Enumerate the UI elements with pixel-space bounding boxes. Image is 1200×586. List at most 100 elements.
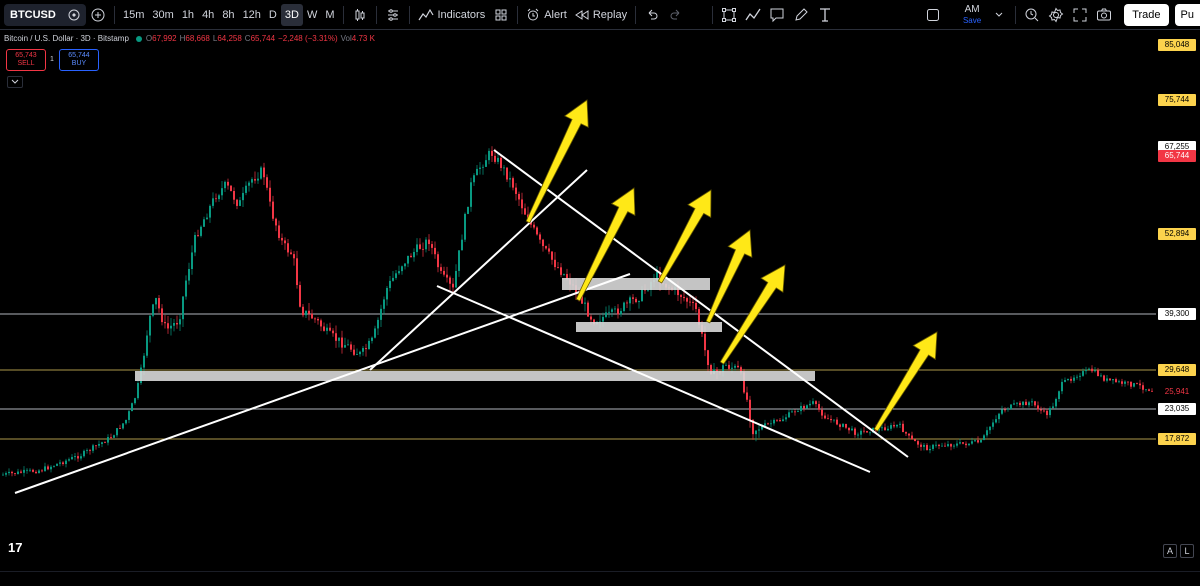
candle-body	[329, 327, 331, 331]
replay-button[interactable]: Replay	[571, 4, 631, 26]
candle-body	[779, 420, 781, 422]
plus-icon[interactable]	[89, 6, 107, 24]
candle-body	[173, 323, 175, 326]
candle-body	[950, 444, 952, 447]
candle-body	[998, 413, 1000, 420]
pen-icon[interactable]	[792, 6, 810, 24]
line-tool-icon[interactable]	[744, 6, 762, 24]
candle-body	[563, 274, 565, 275]
candle-body	[86, 449, 88, 451]
candle-body	[314, 318, 316, 320]
candle-body	[56, 463, 58, 466]
log-scale-button[interactable]: L	[1180, 544, 1194, 558]
candle-body	[194, 235, 196, 253]
candle-body	[263, 167, 265, 178]
interval-15m[interactable]: 15m	[119, 4, 148, 26]
candle-body	[755, 430, 757, 435]
interval-4h[interactable]: 4h	[198, 4, 218, 26]
interval-8h[interactable]: 8h	[218, 4, 238, 26]
candle-body	[89, 449, 91, 451]
candle-body	[881, 427, 883, 429]
candle-body	[689, 301, 691, 303]
interval-30m[interactable]: 30m	[148, 4, 177, 26]
candle-body	[470, 182, 472, 207]
candle-body	[290, 252, 292, 255]
price-axis[interactable]: 85,048 75,744 67,255 65,744 52,894 39,300 29,6…	[1156, 31, 1200, 571]
candle-body	[158, 298, 160, 309]
interval-3d[interactable]: 3D	[280, 3, 303, 26]
candle-body	[176, 323, 178, 325]
text-icon[interactable]	[816, 6, 834, 24]
candle-body	[221, 188, 223, 196]
candle-body	[500, 157, 502, 168]
candle-body	[1124, 381, 1126, 384]
quick-search-icon[interactable]	[1023, 6, 1041, 24]
legend-high: 68,668	[185, 34, 210, 43]
candle-body	[1127, 381, 1129, 383]
candle-body	[14, 473, 16, 475]
note-icon[interactable]	[768, 6, 786, 24]
auto-scale-button[interactable]: A	[1163, 544, 1177, 558]
interval-1h[interactable]: 1h	[178, 4, 198, 26]
toolbar-separator	[342, 5, 344, 24]
undo-icon[interactable]	[643, 6, 661, 24]
fullscreen-icon[interactable]	[924, 6, 942, 24]
candle-body	[773, 419, 775, 424]
settings-icon[interactable]	[1047, 6, 1065, 24]
candle-body	[389, 280, 391, 288]
candle-body	[611, 309, 613, 312]
layout-save[interactable]: AM Save	[963, 3, 981, 25]
candle-body	[725, 364, 727, 366]
candle-body	[1082, 371, 1084, 376]
layout-name: AM	[964, 3, 980, 15]
candle-body	[242, 192, 244, 201]
sell-button[interactable]: 65,743 SELL	[6, 49, 46, 71]
symbol-search[interactable]: BTCUSD	[4, 3, 86, 26]
candle-body	[353, 349, 355, 355]
candle-body	[809, 403, 811, 406]
compare-icon[interactable]	[384, 6, 402, 24]
interval-12h[interactable]: 12h	[239, 4, 265, 26]
alert-label: Alert	[544, 8, 567, 21]
candle-body	[1079, 375, 1081, 377]
interval-w[interactable]: W	[303, 4, 321, 26]
buy-label: BUY	[71, 60, 87, 67]
order-quantity[interactable]: 1	[50, 56, 54, 63]
candle-body	[1058, 391, 1060, 400]
price-chart[interactable]	[0, 31, 1156, 571]
trade-button[interactable]: Trade	[1124, 3, 1169, 26]
interval-m[interactable]: M	[321, 4, 338, 26]
toolbar-separator	[712, 5, 714, 24]
price-label-29648: 29,648	[1158, 364, 1196, 376]
candle-body	[965, 443, 967, 446]
maximize-icon[interactable]	[1071, 6, 1089, 24]
candle-body	[113, 435, 115, 438]
candle-body	[854, 428, 856, 435]
publish-button[interactable]: Pu	[1174, 3, 1200, 26]
interval-d[interactable]: D	[265, 4, 281, 26]
candle-body	[533, 224, 535, 228]
candle-body	[332, 330, 334, 334]
yellow-arrow-0	[525, 99, 589, 224]
trend-line-0	[14, 273, 631, 494]
time-axis[interactable]	[0, 571, 1200, 586]
tv-logo-icon[interactable]: 17	[8, 540, 22, 555]
candle-body	[464, 213, 466, 240]
candle-body	[257, 178, 259, 181]
candle-body	[368, 340, 370, 350]
selection-icon[interactable]	[720, 6, 738, 24]
candles-icon[interactable]	[351, 6, 369, 24]
candle-body	[782, 419, 784, 422]
buy-button[interactable]: 65,744 BUY	[59, 49, 99, 71]
candle-body	[1148, 389, 1150, 391]
candle-body	[479, 167, 481, 169]
templates-icon[interactable]	[492, 6, 510, 24]
candle-body	[245, 185, 247, 193]
legend-collapse-button[interactable]	[7, 76, 23, 88]
redo-icon[interactable]	[667, 6, 685, 24]
chevron-down-icon[interactable]	[990, 6, 1008, 24]
candle-body	[41, 470, 43, 472]
alert-button[interactable]: Alert	[522, 4, 571, 26]
camera-icon[interactable]	[1095, 6, 1113, 24]
indicators-button[interactable]: Indicators	[414, 4, 490, 26]
